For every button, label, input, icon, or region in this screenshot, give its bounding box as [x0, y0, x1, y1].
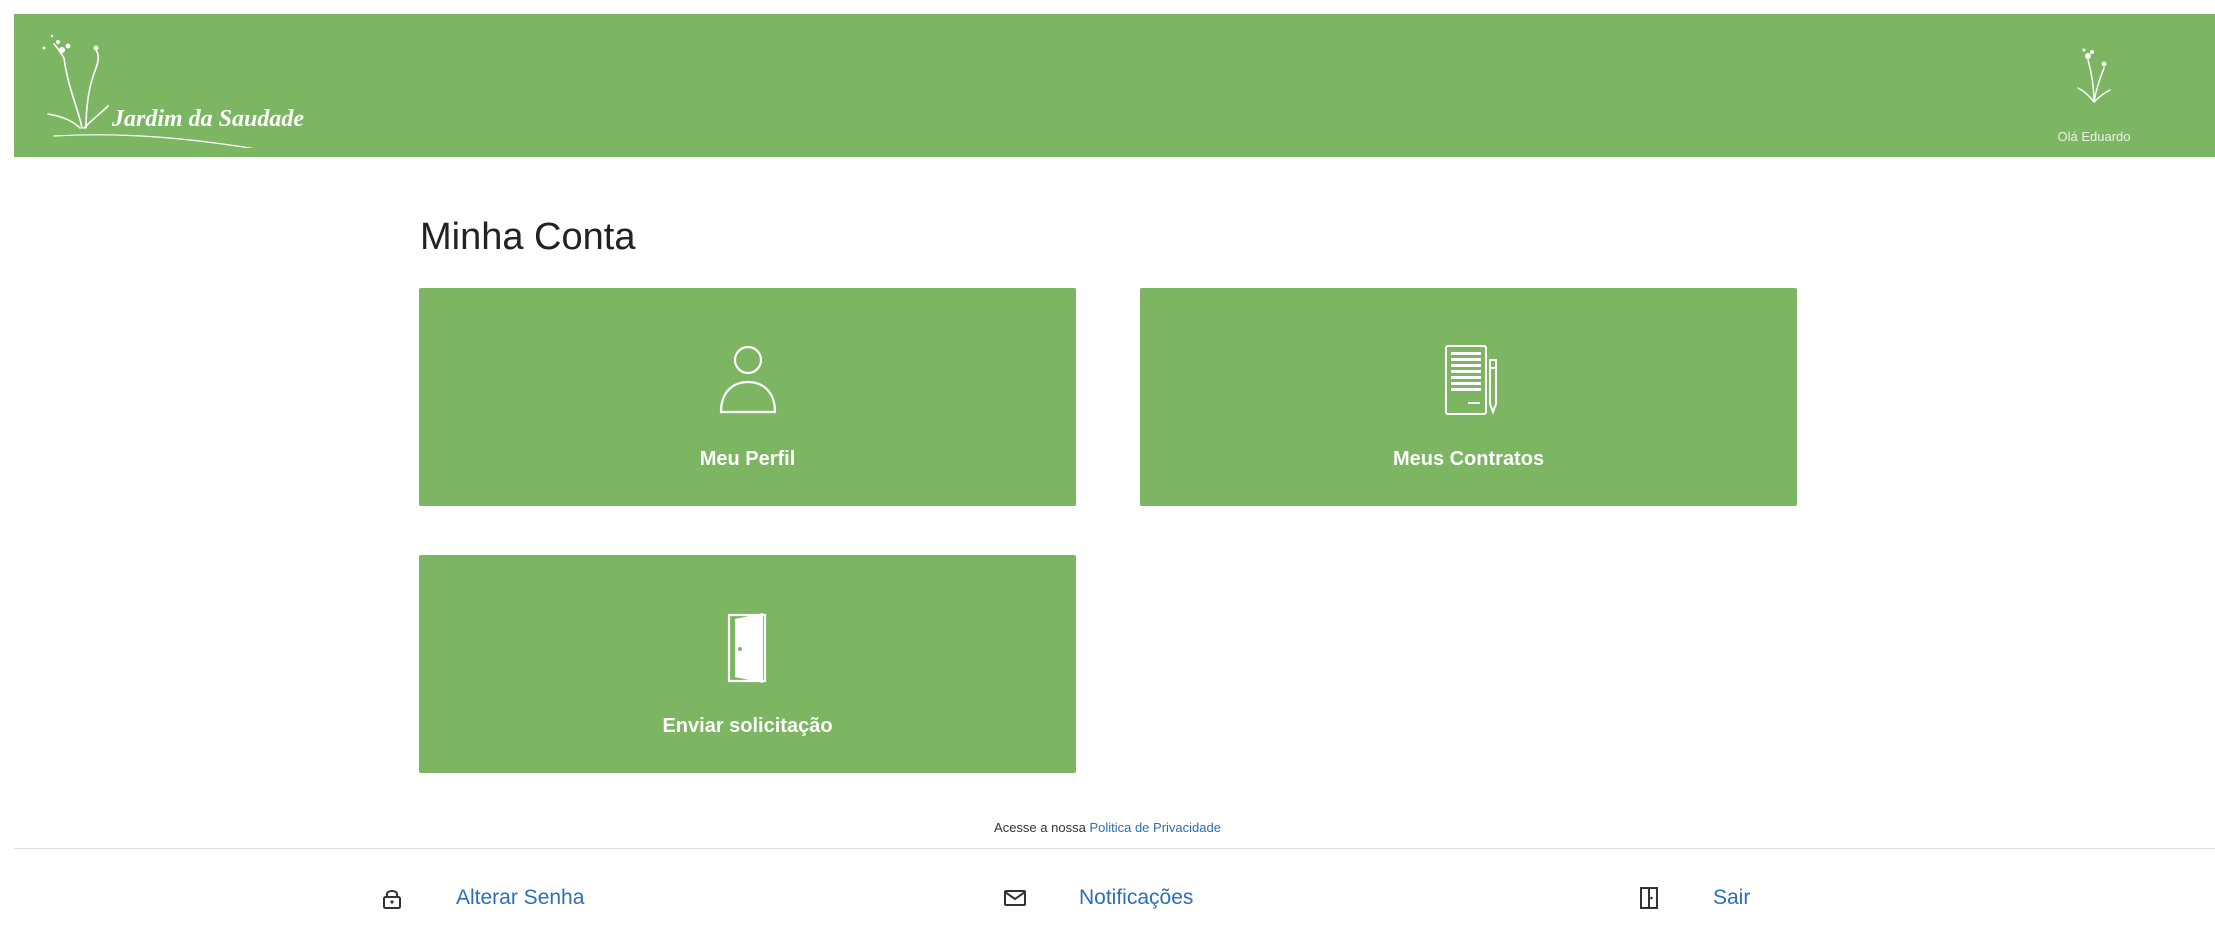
card-label: Meus Contratos [1392, 448, 1545, 470]
user-icon [719, 345, 776, 414]
meus-contratos-card[interactable]: Meus Contratos [1140, 288, 1797, 506]
footer-label: Notificações [1079, 886, 1194, 909]
contract-document-icon [1444, 345, 1497, 415]
footer-label: Alterar Senha [456, 886, 585, 909]
meu-perfil-card[interactable]: Meu Perfil [419, 288, 1076, 506]
lock-icon [383, 890, 401, 909]
alterar-senha-link[interactable]: Alterar Senha [380, 880, 584, 916]
card-label: Enviar solicitação [662, 715, 833, 737]
user-menu[interactable]: Olá Eduardo [2034, 44, 2154, 144]
sair-link[interactable]: Sair [1637, 880, 1750, 916]
enviar-solicitacao-card[interactable]: Enviar solicitação [419, 555, 1076, 773]
privacy-policy-link[interactable]: Politica de Privacidade [1089, 820, 1221, 835]
user-greeting: Olá Eduardo [2057, 129, 2131, 144]
top-header: Jardim da Saudade Olá Eduardo [14, 14, 2215, 157]
envelope-icon [1004, 890, 1026, 906]
logo-text: Jardim da Saudade [112, 106, 305, 132]
notificacoes-link[interactable]: Notificações [1003, 880, 1193, 916]
footer-divider [14, 848, 2215, 849]
flower-user-icon [2077, 48, 2111, 103]
page-title: Minha Conta [420, 216, 636, 258]
card-label: Meu Perfil [699, 448, 796, 470]
footer-label: Sair [1713, 886, 1751, 909]
privacy-notice: Acesse a nossa Politica de Privacidade [0, 820, 2215, 835]
logo[interactable]: Jardim da Saudade [34, 28, 304, 148]
exit-door-icon [1640, 887, 1658, 909]
door-icon [727, 613, 766, 683]
privacy-prefix: Acesse a nossa [994, 820, 1086, 835]
